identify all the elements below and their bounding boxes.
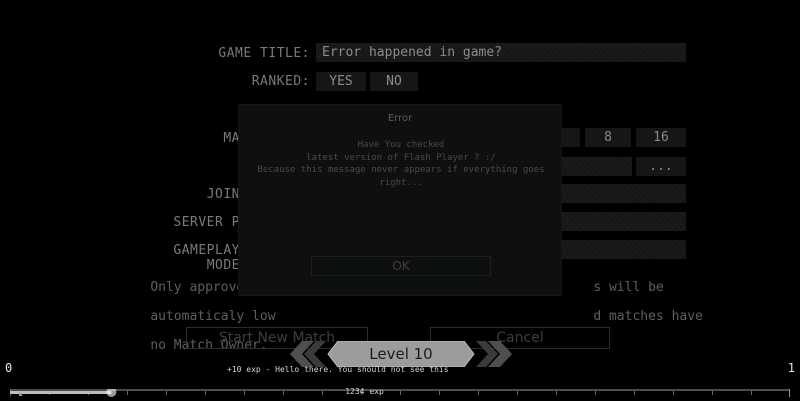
max-players-16-button[interactable]: 16 xyxy=(636,128,686,147)
error-dialog-title: Error xyxy=(387,113,413,124)
xp-bar-end: 1 xyxy=(787,361,795,375)
game-title-input[interactable]: Error happened in game? xyxy=(316,43,686,62)
gameplay-mode-input[interactable] xyxy=(562,240,686,259)
note-line2-end: d matches have xyxy=(593,308,703,324)
server-password-label: SERVER P xyxy=(173,215,240,230)
error-message-line4: right... xyxy=(379,177,423,188)
error-message-line3: Because this message never appears if ev… xyxy=(257,165,545,175)
xp-message: +10 exp - Hello there. You should not se… xyxy=(227,365,449,374)
xp-bar-start: 0 xyxy=(5,361,13,375)
ranked-yes-button[interactable]: YES xyxy=(316,72,366,91)
max-players-option-extra[interactable] xyxy=(562,128,580,147)
level-label: Level 10 xyxy=(369,345,433,363)
note-line2-start: automaticaly low xyxy=(150,308,276,324)
ranked-label: RANKED: xyxy=(251,74,310,89)
map-input[interactable] xyxy=(562,157,632,176)
error-dialog: Error Have You checked latest version of… xyxy=(238,104,562,296)
ok-button[interactable]: OK xyxy=(311,256,491,276)
error-dialog-message: Have You checked latest version of Flash… xyxy=(249,139,553,189)
max-players-label: MA xyxy=(223,131,240,146)
browse-map-button[interactable]: ... xyxy=(636,157,686,176)
join-label: JOIN xyxy=(206,187,240,202)
error-message-line2: latest version of Flash Player ? :/ xyxy=(306,152,496,163)
server-password-input[interactable] xyxy=(562,212,686,231)
error-message-line1: Have You checked xyxy=(357,140,445,150)
game-title-label: GAME TITLE: xyxy=(218,46,310,61)
xp-total: 1234 exp xyxy=(345,387,384,396)
ranked-no-button[interactable]: NO xyxy=(370,72,418,91)
note-line1-end: s will be xyxy=(593,279,664,295)
join-input[interactable] xyxy=(562,184,686,203)
level-badge: Level 10 xyxy=(290,341,512,367)
max-players-8-button[interactable]: 8 xyxy=(585,128,631,147)
